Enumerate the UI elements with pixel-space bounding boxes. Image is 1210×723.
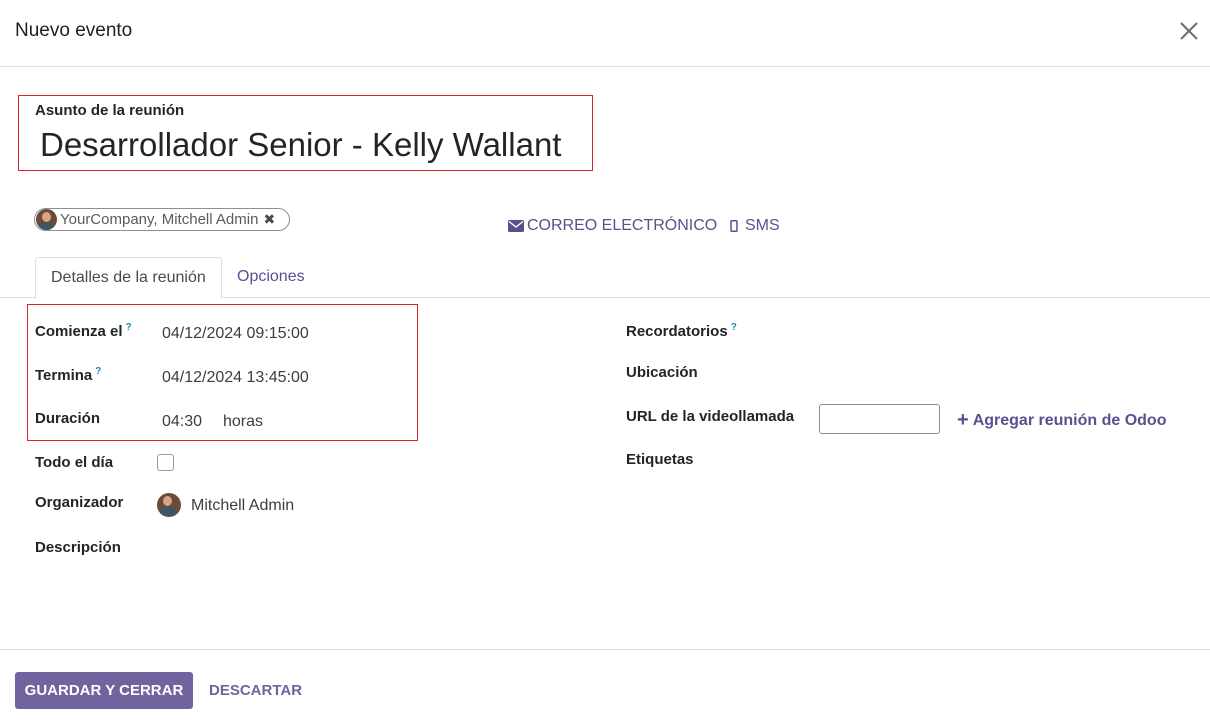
dialog-header: Nuevo evento <box>0 0 1210 67</box>
reminders-label: Recordatorios? <box>626 322 737 340</box>
duration-unit: horas <box>223 413 264 430</box>
start-help-icon[interactable]: ? <box>126 322 132 333</box>
stop-label-text: Termina <box>35 367 93 384</box>
allday-checkbox[interactable] <box>157 454 174 471</box>
start-datetime-input[interactable]: 04/12/2024 09:15:00 <box>162 325 309 343</box>
sms-button[interactable]: SMS <box>730 217 780 235</box>
stop-label: Termina? <box>35 366 101 384</box>
duration-input[interactable]: 04:30 <box>162 413 202 431</box>
envelope-icon <box>508 220 524 232</box>
dialog-title: Nuevo evento <box>15 20 133 41</box>
email-button-label: CORREO ELECTRÓNICO <box>527 217 718 234</box>
subject-input[interactable]: Desarrollador Senior - Kelly Wallant <box>40 126 561 164</box>
allday-label: Todo el día <box>35 454 114 471</box>
save-and-close-button[interactable]: GUARDAR Y CERRAR <box>15 672 193 709</box>
dialog-footer: GUARDAR Y CERRAR DESCARTAR <box>0 649 1210 723</box>
start-label: Comienza el? <box>35 322 132 340</box>
remove-tag-icon[interactable]: ✖ <box>263 211 275 228</box>
subject-label: Asunto de la reunión <box>35 102 185 119</box>
attendee-tag[interactable]: YourCompany, Mitchell Admin ✖ <box>34 208 290 231</box>
add-odoo-meeting-label: Agregar reunión de Odoo <box>972 412 1167 429</box>
start-label-text: Comienza el <box>35 323 123 340</box>
description-label: Descripción <box>35 539 121 556</box>
stop-datetime-input[interactable]: 04/12/2024 13:45:00 <box>162 369 309 387</box>
subject-field: Asunto de la reunión Desarrollador Senio… <box>18 95 593 171</box>
tab-meeting-details[interactable]: Detalles de la reunión <box>35 257 222 299</box>
stop-help-icon[interactable]: ? <box>95 366 101 377</box>
reminders-label-text: Recordatorios <box>626 323 728 340</box>
add-odoo-meeting-link[interactable]: + Agregar reunión de Odoo <box>957 409 1166 432</box>
plus-icon: + <box>957 409 969 431</box>
video-url-label: URL de la videollamada <box>626 408 795 425</box>
mobile-icon <box>730 220 738 232</box>
tab-options[interactable]: Opciones <box>222 257 320 298</box>
duration-label: Duración <box>35 410 101 427</box>
attendee-name: YourCompany, Mitchell Admin <box>60 211 259 228</box>
avatar <box>157 493 181 517</box>
sms-button-label: SMS <box>745 217 780 234</box>
tab-bar: Detalles de la reunión Opciones <box>0 257 1210 299</box>
email-button[interactable]: CORREO ELECTRÓNICO <box>508 217 717 235</box>
tags-label: Etiquetas <box>626 451 694 468</box>
video-url-input[interactable] <box>819 404 940 434</box>
discard-button[interactable]: DESCARTAR <box>209 682 302 699</box>
avatar <box>36 209 57 230</box>
organizer-label: Organizador <box>35 494 124 511</box>
close-icon <box>1180 22 1198 40</box>
organizer-avatar <box>157 493 181 517</box>
organizer-input[interactable]: Mitchell Admin <box>191 497 294 515</box>
location-label: Ubicación <box>626 364 698 381</box>
reminders-help-icon[interactable]: ? <box>731 322 737 333</box>
close-button[interactable] <box>1176 18 1202 44</box>
